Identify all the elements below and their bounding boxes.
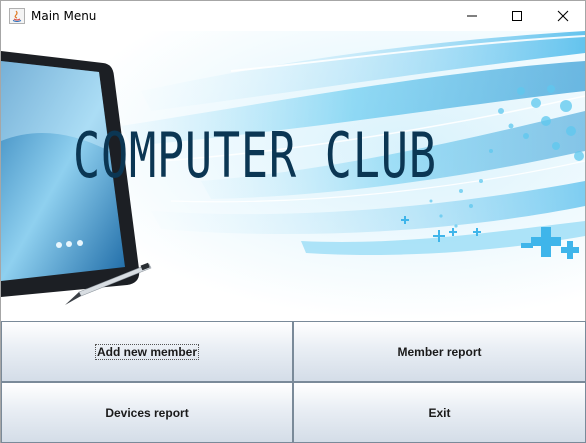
add-new-member-button[interactable]: Add new member [1, 321, 293, 382]
banner-title: COMPUTER CLUB [73, 119, 437, 192]
exit-label: Exit [428, 405, 451, 420]
exit-button[interactable]: Exit [293, 382, 586, 443]
title-bar[interactable]: Main Menu [1, 1, 585, 31]
window-title: Main Menu [31, 9, 97, 23]
maximize-icon [511, 11, 522, 21]
add-new-member-label: Add new member [94, 343, 200, 360]
close-button[interactable] [540, 1, 585, 31]
minimize-icon [466, 15, 477, 17]
devices-report-label: Devices report [105, 405, 189, 420]
member-report-button[interactable]: Member report [293, 321, 586, 382]
computer-club-banner: COMPUTER CLUB [1, 31, 585, 320]
minimize-button[interactable] [449, 1, 494, 31]
java-app-icon [9, 8, 25, 24]
member-report-label: Member report [397, 344, 482, 359]
close-icon [557, 10, 568, 22]
maximize-button[interactable] [494, 1, 539, 31]
devices-report-button[interactable]: Devices report [1, 382, 293, 443]
main-menu-window: Main Menu COMPUTER CLUB Add new member M… [0, 0, 586, 443]
